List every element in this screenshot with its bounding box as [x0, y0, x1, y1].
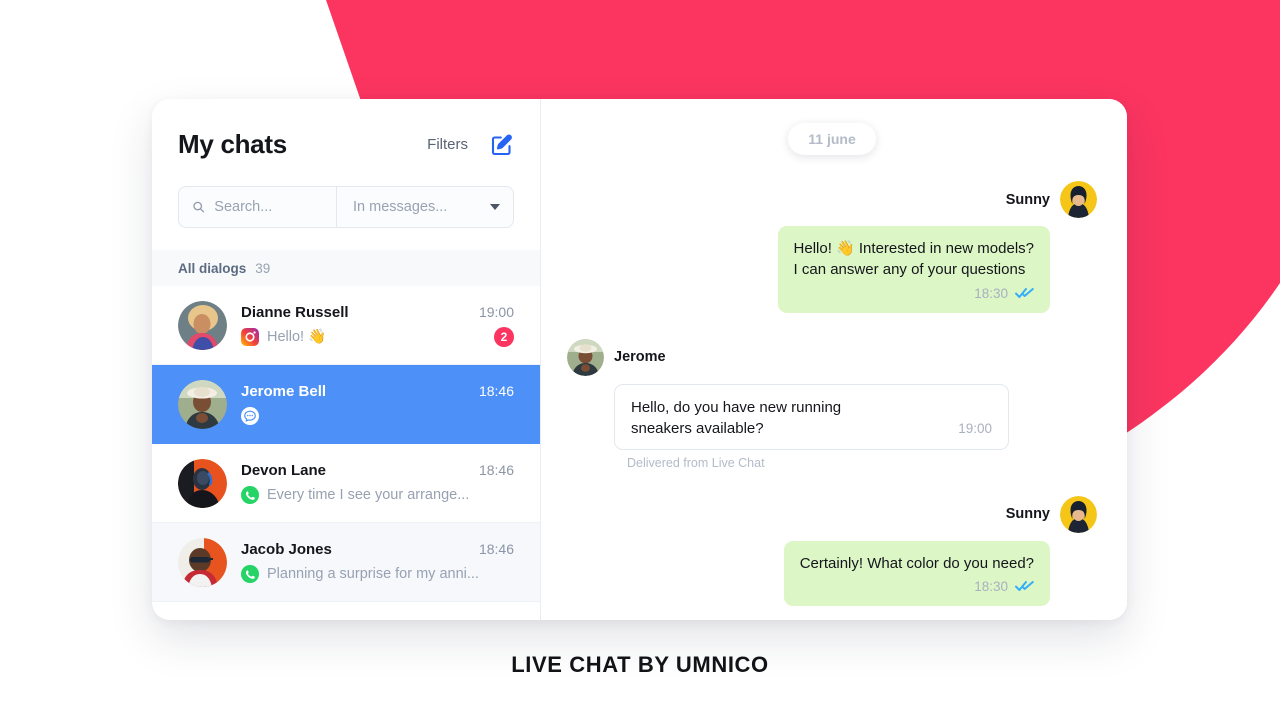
list-item[interactable]: Jacob Jones 18:46 Planning a surprise fo… — [152, 523, 540, 602]
all-dialogs-count: 39 — [255, 260, 271, 276]
message-sender: Sunny — [1005, 506, 1050, 522]
avatar — [1060, 495, 1097, 533]
search-icon — [193, 201, 205, 213]
list-item-body: Devon Lane 18:46 Every time I see your a… — [241, 462, 514, 505]
compose-edit-icon[interactable] — [490, 133, 514, 157]
search-scope-value: In messages... — [353, 199, 448, 215]
message-sender-row: Jerome — [567, 338, 1097, 376]
chat-preview: Every time I see your arrange... — [267, 486, 470, 503]
unread-badge: 2 — [494, 326, 514, 347]
message-time: 19:00 — [958, 421, 992, 437]
list-item[interactable]: Jerome Bell 18:46 — [152, 365, 540, 444]
chat-time: 18:46 — [478, 461, 514, 478]
chat-app-window: My chats Filters In messages... — [152, 99, 1127, 620]
delivery-source-note: Delivered from Live Chat — [627, 455, 765, 470]
chat-time: 18:46 — [478, 540, 514, 557]
search-bar: In messages... — [178, 186, 514, 228]
search-scope-select[interactable]: In messages... — [337, 187, 513, 227]
list-item-body: Jacob Jones 18:46 Planning a surprise fo… — [241, 541, 514, 584]
message-meta: 18:30 — [794, 284, 1034, 303]
avatar — [178, 537, 227, 587]
list-item[interactable]: Dianne Russell 19:00 Hello! 👋 2 — [152, 286, 540, 365]
message-sender: Jerome — [614, 349, 666, 366]
chevron-down-icon — [490, 204, 500, 210]
all-dialogs-label: All dialogs — [178, 260, 247, 276]
chat-preview: Planning a surprise for my anni... — [267, 565, 479, 582]
chat-sidebar: My chats Filters In messages... — [152, 99, 541, 620]
message-sender-row: Sunny — [1006, 181, 1097, 218]
chat-name: Devon Lane — [241, 461, 327, 479]
whatsapp-icon — [241, 564, 259, 583]
message-text: Hello! 👋 Interested in new models? I can… — [793, 240, 1034, 279]
date-divider: 11 june — [788, 123, 876, 155]
chat-time: 19:00 — [478, 303, 514, 320]
livechat-icon — [241, 406, 259, 425]
page-title: My chats — [178, 129, 287, 159]
all-dialogs-header[interactable]: All dialogs 39 — [152, 250, 540, 286]
chat-time: 18:46 — [478, 382, 514, 399]
footer-caption: LIVE CHAT BY UMNICO — [511, 652, 769, 677]
list-item-body: Jerome Bell 18:46 — [241, 383, 514, 426]
message-time: 18:30 — [974, 578, 1008, 594]
chat-name: Dianne Russell — [241, 303, 349, 321]
message-sender-row: Sunny — [1005, 495, 1097, 533]
message-text: Certainly! What color do you need? — [799, 554, 1034, 572]
search-input[interactable] — [214, 199, 323, 215]
list-item[interactable]: Devon Lane 18:46 Every time I see your a… — [152, 444, 540, 523]
sidebar-header: My chats Filters — [152, 99, 540, 160]
chat-preview: Hello! 👋 — [267, 329, 327, 345]
message-bubble: Certainly! What color do you need? 18:30 — [783, 540, 1050, 606]
list-item-body: Dianne Russell 19:00 Hello! 👋 2 — [241, 304, 514, 347]
avatar — [1060, 181, 1097, 218]
conversation-panel: 11 june Sunny Hello! 👋 Interested in new… — [541, 99, 1127, 620]
whatsapp-icon — [241, 485, 259, 504]
message-group: Sunny Certainly! What color do you need?… — [567, 495, 1097, 606]
read-receipt-icon — [1015, 288, 1034, 299]
chat-name: Jerome Bell — [241, 382, 327, 400]
avatar — [178, 379, 227, 429]
chat-list[interactable]: Dianne Russell 19:00 Hello! 👋 2 Jerome B… — [152, 286, 540, 620]
read-receipt-icon — [1015, 581, 1034, 592]
message-bubble: Hello, do you have new running sneakers … — [614, 383, 1009, 450]
search-field[interactable] — [179, 187, 337, 227]
message-group: Sunny Hello! 👋 Interested in new models?… — [567, 181, 1097, 313]
avatar — [178, 300, 227, 350]
message-meta: 18:30 — [800, 577, 1034, 596]
message-group: Jerome Hello, do you have new running sn… — [567, 338, 1097, 470]
chat-name: Jacob Jones — [241, 540, 332, 558]
filters-button[interactable]: Filters — [427, 136, 468, 153]
message-time: 18:30 — [974, 285, 1008, 301]
instagram-icon — [241, 327, 259, 346]
message-bubble: Hello! 👋 Interested in new models? I can… — [777, 226, 1050, 313]
avatar — [567, 338, 604, 376]
avatar — [178, 458, 227, 508]
message-sender: Sunny — [1005, 191, 1050, 208]
